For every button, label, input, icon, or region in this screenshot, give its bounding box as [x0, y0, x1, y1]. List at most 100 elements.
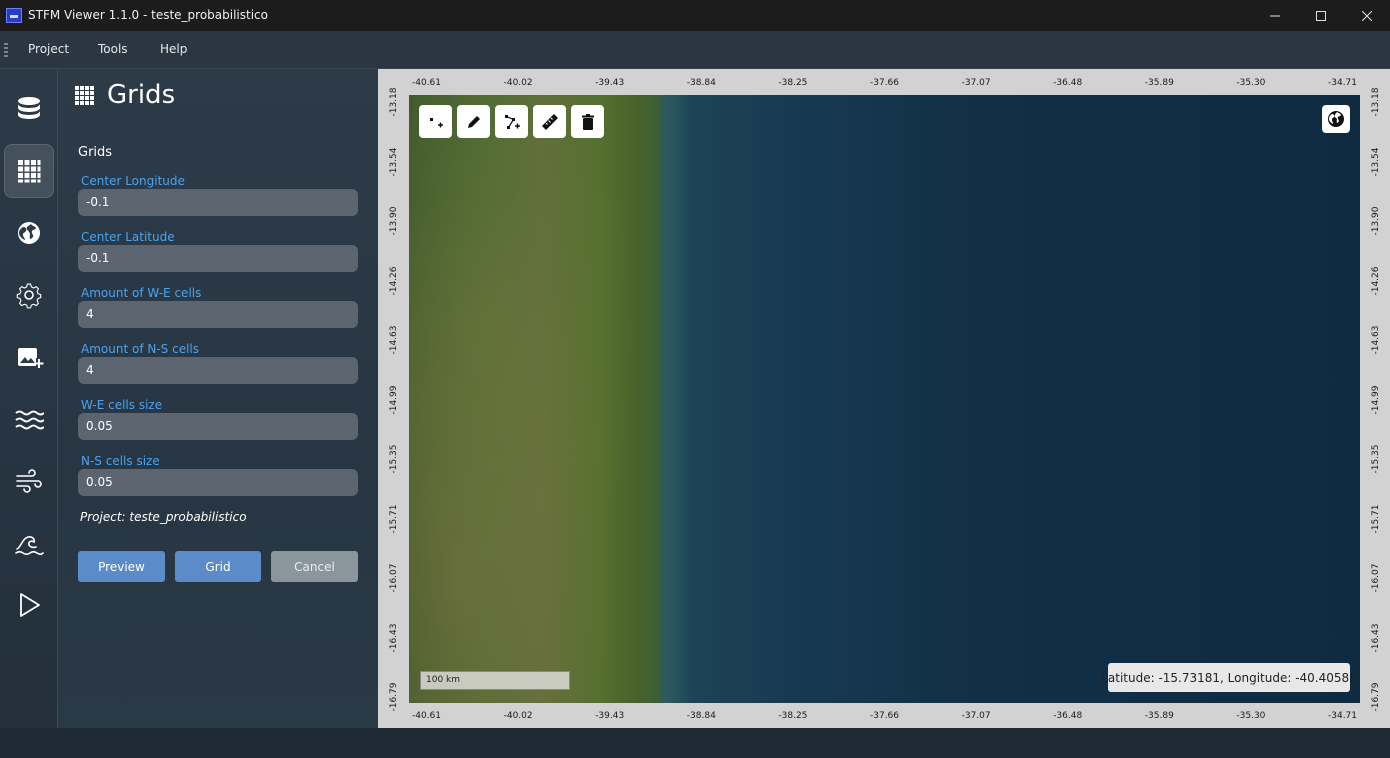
maximize-icon: [1316, 10, 1326, 21]
we-cells-size-field[interactable]: 0.05: [78, 413, 358, 440]
sidebar-item-globe[interactable]: [4, 206, 54, 260]
x-tick-label-top: -38.84: [686, 78, 716, 88]
x-tick-label-bottom: -39.43: [595, 711, 625, 721]
we-cells-amount-field[interactable]: 4: [78, 301, 358, 328]
gear-icon: [16, 283, 42, 309]
cancel-button[interactable]: Cancel: [271, 551, 358, 582]
tsunami-wave-icon: [15, 536, 44, 556]
center-longitude-field[interactable]: -0.1: [78, 189, 358, 216]
grid-icon: [75, 86, 94, 105]
ns-cells-amount-label: Amount of N-S cells: [81, 342, 199, 356]
sidebar-item-add-image[interactable]: [4, 330, 54, 384]
x-tick-label-bottom: -37.66: [870, 711, 900, 721]
y-tick-label-left: -16.43: [389, 623, 399, 653]
we-cells-size-label: W-E cells size: [81, 398, 163, 412]
menu-project[interactable]: Project: [28, 42, 69, 56]
y-tick-label-right: -15.71: [1371, 504, 1381, 534]
sidebar-item-settings[interactable]: [4, 268, 54, 322]
trash-icon: [581, 113, 594, 130]
grids-panel: Grids Grids Center Longitude -0.1 Center…: [58, 69, 378, 728]
sidebar-item-tsunami[interactable]: [4, 516, 54, 570]
y-tick-label-right: -13.54: [1371, 147, 1381, 177]
x-tick-label-top: -35.89: [1144, 78, 1174, 88]
center-latitude-field[interactable]: -0.1: [78, 245, 358, 272]
draw-polyline-button[interactable]: [495, 105, 528, 138]
window-bottom-strip: [0, 728, 1390, 758]
land-area: [409, 95, 669, 703]
y-tick-label-left: -14.63: [389, 325, 399, 355]
cursor-coordinates: Latitude: -15.73181, Longitude: -40.4058…: [1101, 663, 1357, 692]
ns-cells-size-label: N-S cells size: [81, 454, 160, 468]
minimize-icon: [1270, 15, 1280, 16]
y-tick-label-left: -13.90: [389, 206, 399, 236]
x-tick-label-bottom: -35.30: [1236, 711, 1266, 721]
y-tick-label-right: -13.90: [1371, 206, 1381, 236]
sidebar-item-grids[interactable]: [4, 144, 54, 198]
y-tick-label-right: -13.18: [1371, 87, 1381, 117]
sidebar-item-database[interactable]: [4, 82, 54, 136]
y-tick-label-left: -15.71: [389, 504, 399, 534]
center-latitude-label: Center Latitude: [81, 230, 175, 244]
title-bar: STFM Viewer 1.1.0 - teste_probabilistico: [0, 0, 1390, 31]
x-tick-label-bottom: -40.02: [503, 711, 533, 721]
x-tick-label-top: -36.48: [1053, 78, 1083, 88]
globe-icon: [1328, 111, 1344, 127]
ns-cells-size-field[interactable]: 0.05: [78, 469, 358, 496]
menu-grip-handle[interactable]: [4, 43, 8, 57]
y-tick-label-right: -14.26: [1371, 266, 1381, 296]
scale-bar: 100 km: [420, 671, 570, 690]
draw-polyline-icon: [504, 114, 520, 129]
menu-bar: Project Tools Help: [0, 31, 1390, 69]
globe-icon: [18, 222, 40, 244]
grid-button[interactable]: Grid: [175, 551, 261, 582]
y-tick-label-right: -15.35: [1371, 444, 1381, 474]
database-icon: [18, 97, 40, 119]
project-name-label: Project: teste_probabilistico: [80, 510, 247, 524]
y-tick-label-right: -16.79: [1371, 682, 1381, 712]
menu-help[interactable]: Help: [160, 42, 187, 56]
play-icon: [20, 593, 40, 617]
x-tick-label-bottom: -38.25: [778, 711, 808, 721]
y-tick-label-left: -15.35: [389, 444, 399, 474]
x-tick-label-top: -35.30: [1236, 78, 1266, 88]
y-tick-label-left: -14.26: [389, 266, 399, 296]
pencil-icon: [467, 115, 480, 128]
center-longitude-label: Center Longitude: [81, 174, 185, 188]
x-tick-label-bottom: -34.71: [1328, 711, 1358, 721]
x-tick-label-top: -38.25: [778, 78, 808, 88]
draw-point-button[interactable]: [419, 105, 452, 138]
close-button[interactable]: [1344, 0, 1390, 31]
sidebar-item-wind[interactable]: [4, 454, 54, 508]
map-canvas[interactable]: 100 km Latitude: -15.73181, Longitude: -…: [409, 95, 1360, 703]
y-tick-label-right: -14.99: [1371, 385, 1381, 415]
sidebar-item-waves[interactable]: [4, 392, 54, 446]
sidebar-item-run[interactable]: [4, 578, 54, 632]
menu-tools[interactable]: Tools: [98, 42, 128, 56]
maximize-button[interactable]: [1298, 0, 1344, 31]
basemap-button[interactable]: [1322, 105, 1350, 133]
x-tick-label-bottom: -38.84: [686, 711, 716, 721]
draw-point-icon: [429, 117, 443, 127]
delete-button[interactable]: [571, 105, 604, 138]
x-tick-label-top: -40.61: [412, 78, 442, 88]
preview-button[interactable]: Preview: [78, 551, 165, 582]
draw-edit-button[interactable]: [457, 105, 490, 138]
waves-icon: [15, 410, 44, 430]
y-tick-label-left: -13.54: [389, 147, 399, 177]
x-tick-label-bottom: -35.89: [1144, 711, 1174, 721]
x-tick-label-bottom: -40.61: [412, 711, 442, 721]
y-tick-label-left: -16.07: [389, 563, 399, 593]
x-tick-label-top: -37.07: [961, 78, 991, 88]
y-tick-label-left: -13.18: [389, 87, 399, 117]
y-tick-label-left: -16.79: [389, 682, 399, 712]
measure-button[interactable]: [533, 105, 566, 138]
add-image-icon: [18, 348, 44, 368]
ns-cells-amount-field[interactable]: 4: [78, 357, 358, 384]
x-tick-label-bottom: -36.48: [1053, 711, 1083, 721]
y-tick-label-right: -14.63: [1371, 325, 1381, 355]
x-tick-label-top: -34.71: [1328, 78, 1358, 88]
close-icon: [1362, 10, 1372, 21]
section-title: Grids: [78, 145, 113, 160]
minimize-button[interactable]: [1252, 0, 1298, 31]
y-tick-label-left: -14.99: [389, 385, 399, 415]
